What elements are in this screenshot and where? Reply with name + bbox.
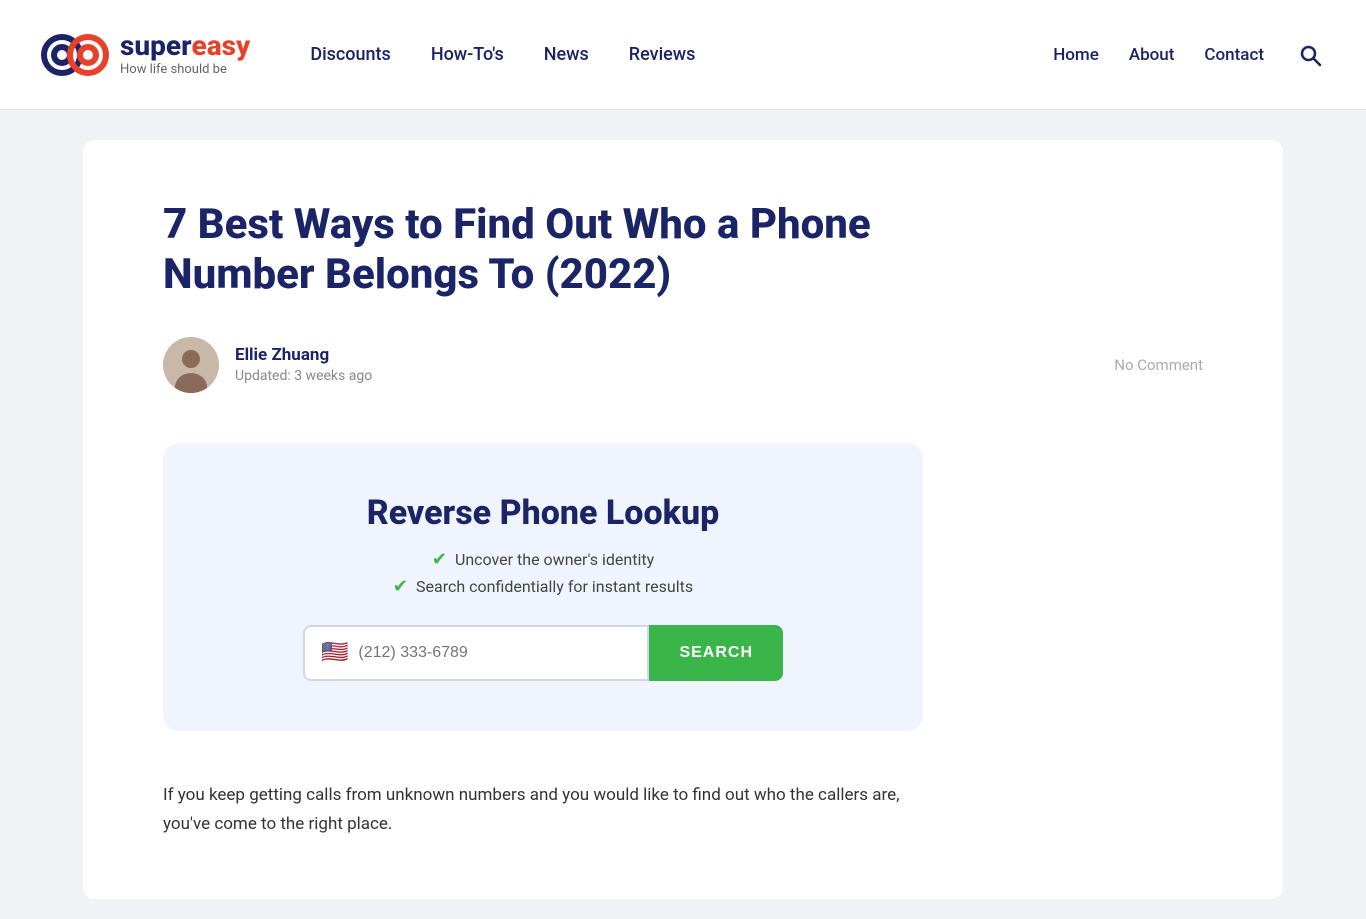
phone-input-wrapper: 🇺🇸 xyxy=(303,625,649,681)
nav-howtos[interactable]: How-To's xyxy=(431,44,504,65)
article-title: 7 Best Ways to Find Out Who a Phone Numb… xyxy=(163,200,923,301)
author-updated: Updated: 3 weeks ago xyxy=(235,368,372,384)
lookup-features: ✔ Uncover the owner's identity ✔ Search … xyxy=(203,549,883,597)
logo-tagline: How life should be xyxy=(120,62,250,77)
check-icon-2: ✔ xyxy=(393,576,408,597)
nav-right: Home About Contact xyxy=(1053,39,1326,71)
logo-icon xyxy=(40,20,110,90)
author-name: Ellie Zhuang xyxy=(235,345,372,365)
lookup-widget: Reverse Phone Lookup ✔ Uncover the owner… xyxy=(163,443,923,731)
search-row: 🇺🇸 SEARCH xyxy=(303,625,783,681)
lookup-feature-2: ✔ Search confidentially for instant resu… xyxy=(203,576,883,597)
author-details: Ellie Zhuang Updated: 3 weeks ago xyxy=(235,345,372,384)
content-card: 7 Best Ways to Find Out Who a Phone Numb… xyxy=(83,140,1283,899)
author-info: Ellie Zhuang Updated: 3 weeks ago xyxy=(163,337,372,393)
us-flag-icon: 🇺🇸 xyxy=(321,640,348,665)
nav-discounts[interactable]: Discounts xyxy=(310,44,391,65)
check-icon-1: ✔ xyxy=(432,549,447,570)
logo-text: super easy How life should be xyxy=(120,32,250,77)
site-header: super easy How life should be Discounts … xyxy=(0,0,1366,110)
nav-left: Discounts How-To's News Reviews xyxy=(310,44,1053,65)
no-comment: No Comment xyxy=(1114,356,1203,374)
author-row: Ellie Zhuang Updated: 3 weeks ago No Com… xyxy=(163,337,1203,393)
search-icon xyxy=(1298,43,1322,67)
search-submit-button[interactable]: SEARCH xyxy=(649,625,783,681)
avatar xyxy=(163,337,219,393)
nav-reviews[interactable]: Reviews xyxy=(629,44,696,65)
lookup-feature-1: ✔ Uncover the owner's identity xyxy=(203,549,883,570)
search-button[interactable] xyxy=(1294,39,1326,71)
main-wrapper: 7 Best Ways to Find Out Who a Phone Numb… xyxy=(43,110,1323,919)
phone-input[interactable] xyxy=(358,644,631,662)
logo-link[interactable]: super easy How life should be xyxy=(40,20,250,90)
nav-about[interactable]: About xyxy=(1129,45,1175,65)
logo-super: super xyxy=(120,32,192,60)
avatar-image xyxy=(163,337,219,393)
nav-news[interactable]: News xyxy=(544,44,589,65)
lookup-title: Reverse Phone Lookup xyxy=(203,493,883,533)
logo-easy: easy xyxy=(192,32,251,60)
article-body: If you keep getting calls from unknown n… xyxy=(163,781,923,839)
nav-home[interactable]: Home xyxy=(1053,45,1099,65)
nav-contact[interactable]: Contact xyxy=(1204,45,1264,65)
